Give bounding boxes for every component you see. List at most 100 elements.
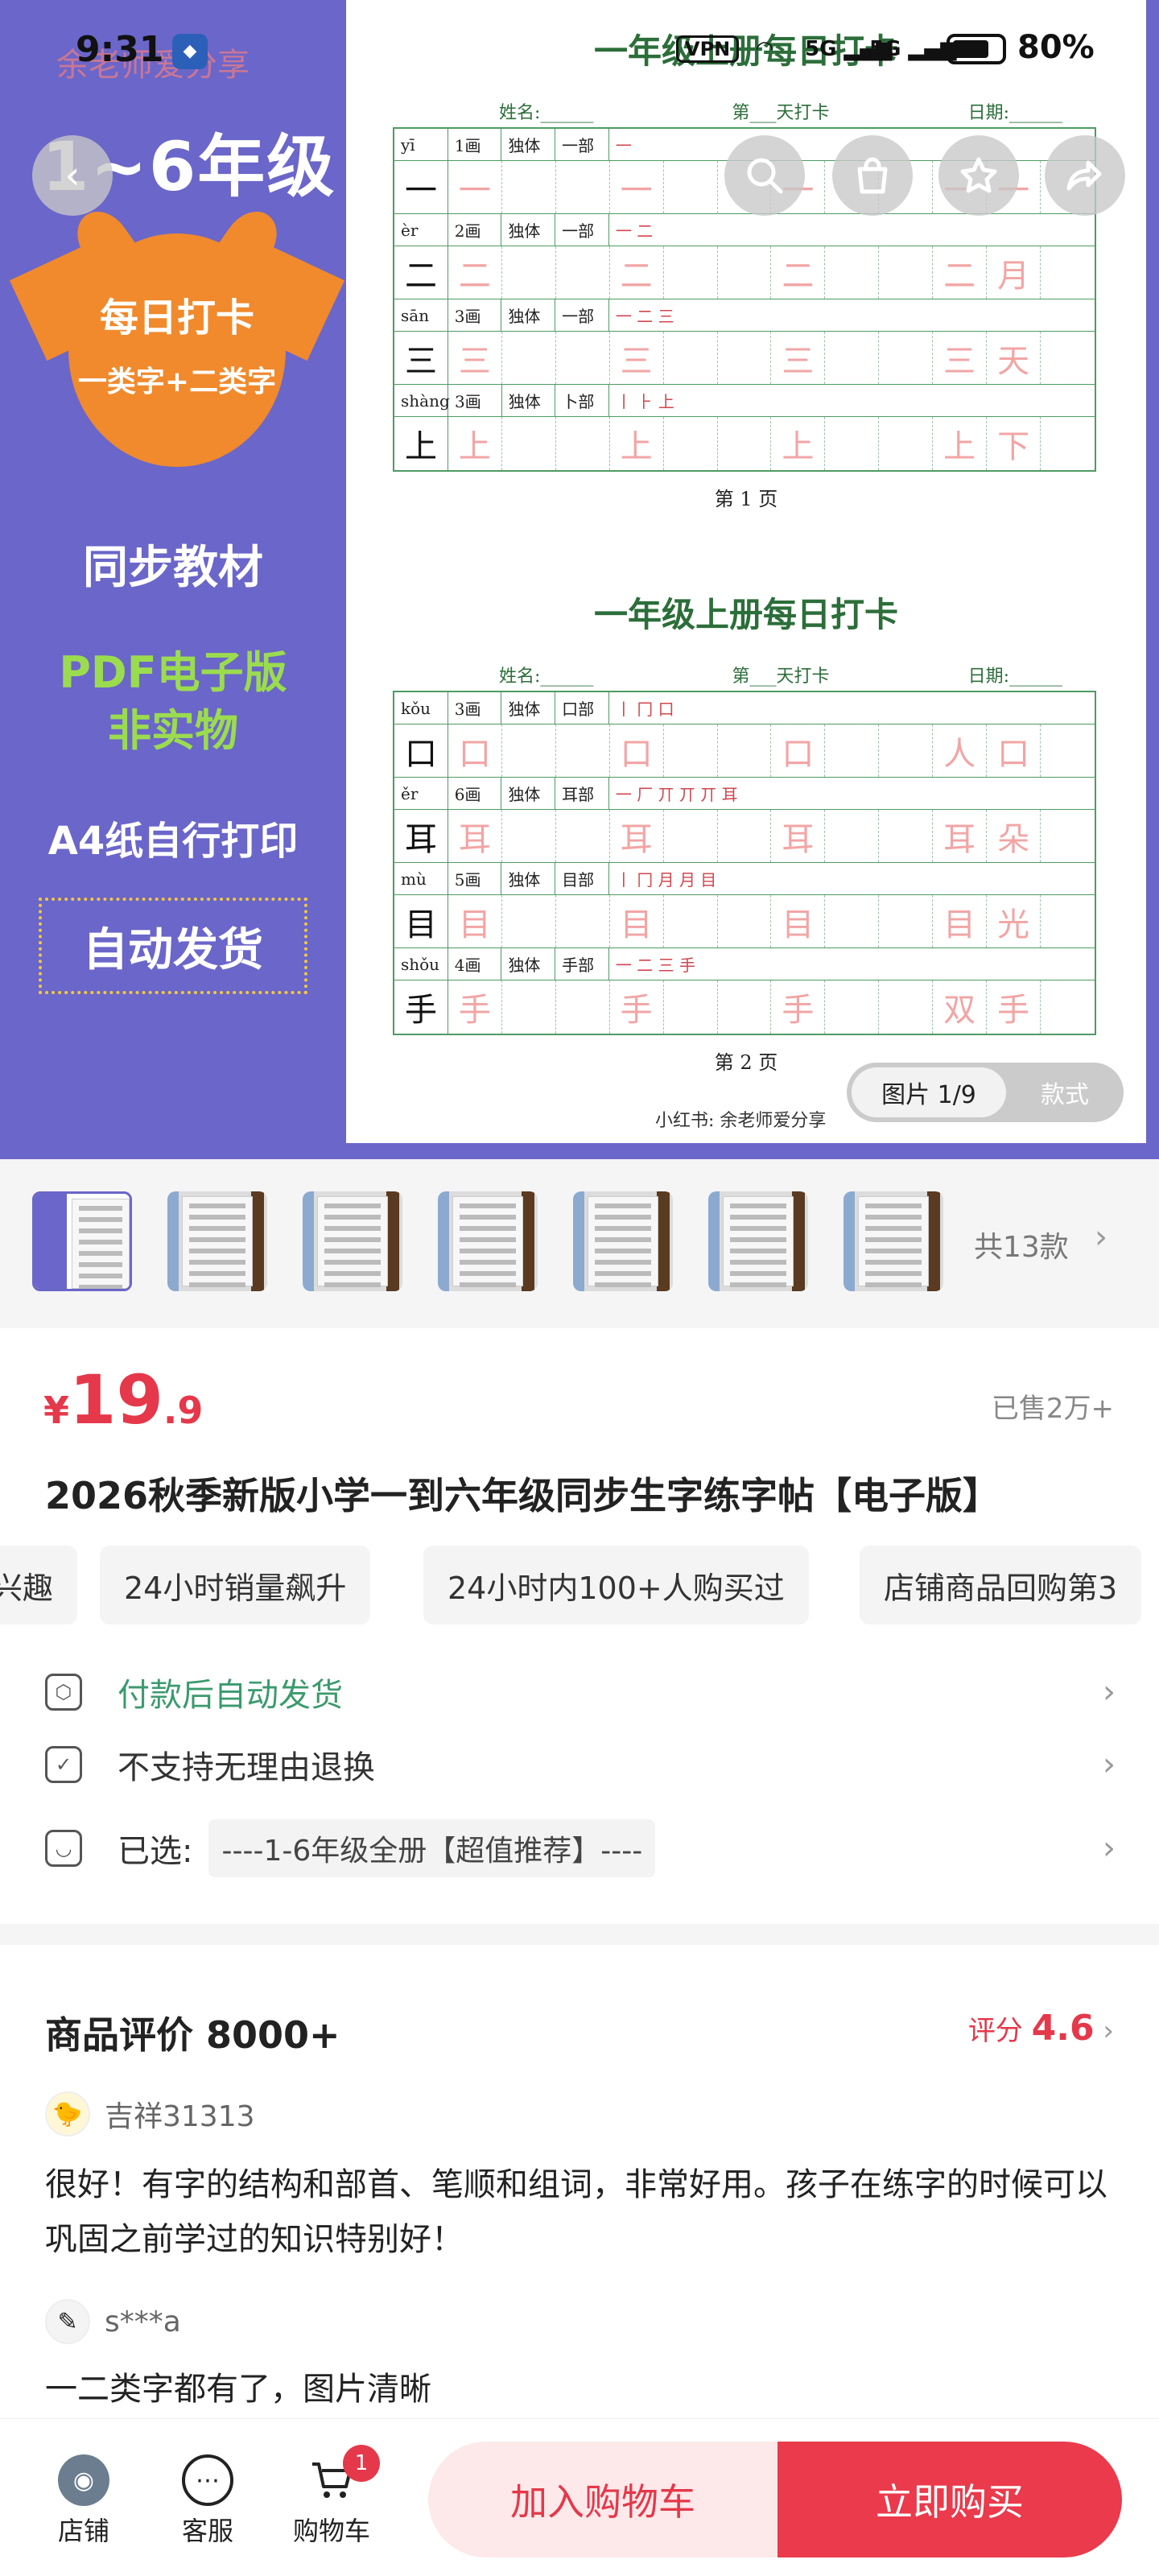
clock: 9:31 (76, 29, 164, 70)
review-text[interactable]: 一二类字都有了，图片清晰 (45, 2362, 1116, 2417)
tag-chip[interactable]: 24小时内100+人购买过 (423, 1546, 809, 1624)
review-user: 🐤 吉祥31313 (45, 2091, 255, 2136)
grid-char-cell (556, 161, 610, 213)
grid-char-cell (718, 332, 772, 384)
add-to-cart-button[interactable]: 加入购物车 (428, 2442, 777, 2557)
store-button[interactable]: ◉ 店铺 (35, 2454, 132, 2548)
grid-char-cell: 目 (610, 895, 664, 947)
grid-char-cell (502, 980, 556, 1034)
grid-char-cell: 口 (610, 724, 664, 777)
shield-check-icon: ✓ (45, 1746, 82, 1783)
grid-char-cell (556, 332, 610, 384)
style-thumbnail[interactable] (708, 1191, 808, 1291)
promo-print: A4纸自行打印 (47, 819, 299, 864)
bag-icon (857, 157, 888, 194)
grid-char-cell (879, 332, 934, 384)
price: ¥19.9 (43, 1360, 203, 1439)
review-score[interactable]: 评分 4.6 › (968, 2008, 1114, 2049)
grid-char-cell: 口 (448, 724, 502, 777)
ox-badge: 每日打卡 一类字+二类字 (9, 201, 345, 483)
grid-char-cell (664, 246, 718, 299)
grid-char-row: 口口口口人口 (394, 724, 1095, 778)
grid-char-cell (825, 980, 880, 1034)
back-button[interactable]: ‹ (32, 135, 113, 216)
grid-info-row: kǒu 3画 独体 口部丨 冂 口 (394, 692, 1095, 724)
app-notification-icon: ◆ (172, 34, 208, 69)
tag-chip[interactable]: 店铺商品回购第3 (860, 1546, 1142, 1624)
style-count[interactable]: 共13款 (974, 1224, 1069, 1265)
grid-char-cell: 上 (610, 417, 664, 470)
grid-char-cell: 目 (448, 895, 502, 947)
grid-char-cell (718, 724, 772, 777)
cart-button[interactable]: 1 购物车 (283, 2445, 380, 2548)
grid-info-cell: 3画 (448, 385, 502, 416)
grid-char-cell (1041, 417, 1095, 470)
grid-info-cell: 丨 ⺊ 上 (616, 392, 674, 411)
grid-char-row: 耳耳耳耳耳朵 (394, 810, 1095, 863)
pager-style-tab[interactable]: 款式 (1011, 1067, 1119, 1117)
grid-char-cell: 天 (987, 332, 1041, 384)
image-pager[interactable]: 图片 1/9 款式 (847, 1063, 1124, 1122)
grid-char-cell (879, 980, 934, 1034)
grid-info-cell: 一 二 三 (615, 307, 674, 326)
tag-chip[interactable]: 24小时销量飙升 (100, 1546, 371, 1624)
style-thumbnail[interactable] (32, 1191, 132, 1291)
store-avatar-icon: ◉ (58, 2454, 109, 2506)
shop-bag-button[interactable] (832, 135, 913, 216)
grid-char-cell (502, 895, 556, 947)
battery-icon (947, 34, 1006, 64)
grid-char-cell (502, 246, 556, 299)
grid-char-cell (825, 246, 880, 299)
style-thumbnail[interactable] (438, 1191, 538, 1291)
grid-char-cell (879, 724, 934, 777)
grid-info-cell: 独体 (501, 778, 556, 809)
share-button[interactable] (1045, 135, 1125, 216)
grid-char-cell: 二 (933, 246, 988, 299)
grid-char-cell (556, 724, 610, 777)
product-image-carousel[interactable]: 余老师爱分享 1~6年级 每日打卡 一类字+二类字 同步教材 PDF电子版 非实… (0, 0, 1159, 1159)
style-thumbnail[interactable] (843, 1191, 943, 1291)
practice-grid: kǒu 3画 独体 口部丨 冂 口口口口口人口 ěr 6画 独体 耳部一 厂 丌 丌 丌 耳耳… (393, 691, 1096, 1035)
grid-char-cell (502, 332, 556, 384)
grid-char-cell: 手 (394, 980, 448, 1034)
search-button[interactable] (724, 135, 805, 216)
chevron-right-icon[interactable]: › (1095, 1219, 1107, 1256)
selected-variant-row[interactable]: ◡ 已选: ----1-6年级全册【超值推荐】---- › (45, 1816, 1116, 1880)
favorite-button[interactable] (938, 135, 1019, 216)
grid-char-cell (825, 417, 880, 470)
selected-label: 已选: (118, 1833, 193, 1870)
review-text[interactable]: 很好！有字的结构和部首、笔顺和组词，非常好用。孩子在练字的时候可以巩固之前学过的… (45, 2157, 1116, 2267)
grid-char-cell (1041, 810, 1095, 862)
buy-now-button[interactable]: 立即购买 (777, 2442, 1122, 2557)
back-arrow-icon: ‹ (64, 153, 80, 198)
tag-chip[interactable]: 兴趣 (0, 1546, 78, 1624)
grid-char-cell (1041, 332, 1095, 384)
grid-char-row: 上上上上上下 (394, 417, 1095, 470)
grid-info-cell: èr (394, 214, 448, 246)
grid-info-cell: 独体 (501, 692, 556, 724)
review-username: s***a (105, 2305, 181, 2339)
score-value: 4.6 (1031, 2008, 1095, 2049)
share-icon (1066, 160, 1102, 191)
reviews-title[interactable]: 商品评价 8000+ (45, 2006, 340, 2059)
service-return-row[interactable]: ✓ 不支持无理由退换 › (45, 1732, 1116, 1797)
grid-char-cell: 耳 (448, 810, 502, 862)
grid-char-cell (825, 895, 880, 947)
grid-char-cell (664, 417, 718, 470)
style-thumbnail[interactable] (573, 1191, 673, 1291)
grid-char-cell: 下 (987, 417, 1041, 470)
grid-char-cell: 二 (610, 246, 664, 299)
grid-info-cell: 3画 (448, 692, 502, 724)
grid-char-cell (718, 980, 772, 1034)
style-thumbnail[interactable] (303, 1191, 402, 1291)
chevron-right-icon: › (1103, 1746, 1116, 1783)
style-thumbnail[interactable] (167, 1191, 267, 1291)
grid-char-cell: 上 (933, 417, 988, 470)
service-auto-ship-row[interactable]: ⬡ 付款后自动发货 › (45, 1660, 1116, 1724)
customer-service-button[interactable]: ⋯ 客服 (159, 2454, 256, 2548)
grid-info-cell: 一部 (555, 214, 609, 246)
grid-char-cell (879, 246, 934, 299)
pager-image-tab[interactable]: 图片 1/9 (852, 1067, 1006, 1117)
grid-char-cell (502, 417, 556, 470)
grid-char-cell: 一 (610, 161, 664, 213)
